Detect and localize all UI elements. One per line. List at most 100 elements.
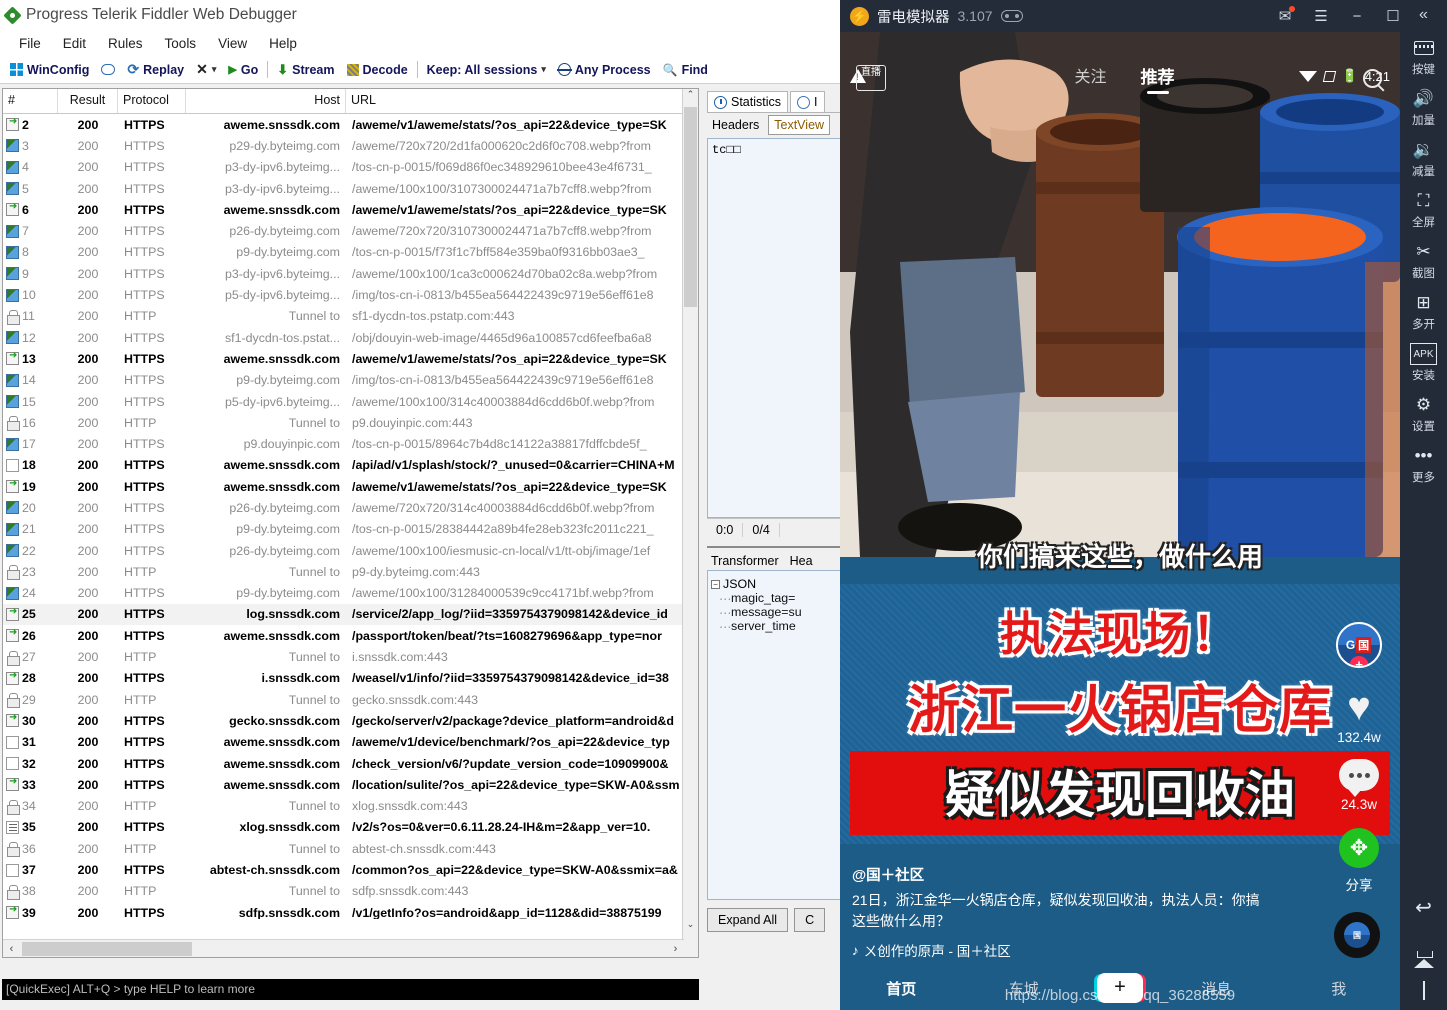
scroll-down-icon[interactable]: ⌄ [683,919,698,935]
tab-recommend[interactable]: 推荐 [1141,63,1175,94]
session-rows[interactable]: 2 200 HTTPS aweme.snssdk.com/aweme/v1/aweme… [3,114,698,919]
rail-item-multi[interactable]: ⊞ 多开 [1400,285,1447,336]
tab-statistics[interactable]: Statistics [707,91,789,112]
scroll-right-icon[interactable]: › [667,943,684,955]
keep-sessions-dropdown[interactable]: Keep: All sessions ▾ [421,63,552,77]
table-row[interactable]: 3 200 HTTPS p29-dy.byteimg.com/aweme/720x72… [3,135,698,156]
rail-item-volume-down[interactable]: 🔉 减量 [1400,132,1447,183]
home-icon[interactable] [1413,942,1434,968]
recents-icon[interactable] [1422,981,1425,1000]
table-row[interactable]: 38 200 HTTP Tunnel to sdfp.snssdk.com:443 [3,881,698,902]
hscroll-thumb[interactable] [22,941,192,956]
table-row[interactable]: 22 200 HTTPS p26-dy.byteimg.com/aweme/100x1… [3,540,698,561]
json-node-server-time[interactable]: server_time [711,619,839,633]
table-row[interactable]: 29 200 HTTP Tunnel to gecko.snssdk.com:443 [3,689,698,710]
table-row[interactable]: 7 200 HTTPS p26-dy.byteimg.com/aweme/720x72… [3,220,698,241]
replay-button[interactable]: ⟳ Replay [121,61,190,78]
rail-item-volume-up[interactable]: 🔊 加量 [1400,81,1447,132]
table-row[interactable]: 2 200 HTTPS aweme.snssdk.com/aweme/v1/aweme… [3,114,698,135]
tab-follow[interactable]: 关注 [1074,63,1106,93]
response-json-tree[interactable]: − JSON magic_tag= message=su server_time [707,570,843,900]
avatar[interactable]: G国 + [1336,622,1382,668]
inspector-tabs[interactable]: Statistics I [707,88,843,112]
collapse-toggle-icon[interactable]: − [711,579,720,589]
table-row[interactable]: 25 200 HTTPS log.snssdk.com/service/2/app_l… [3,603,698,626]
rail-item-install[interactable]: APK 安装 [1400,336,1447,387]
column-header-num[interactable]: # [3,89,58,113]
table-row[interactable]: 24 200 HTTPS p9-dy.byteimg.com/aweme/100x10… [3,583,698,604]
table-row[interactable]: 8 200 HTTPS p9-dy.byteimg.com/tos-cn-p-0015… [3,242,698,263]
decode-button[interactable]: Decode [341,63,414,77]
gamepad-icon[interactable] [1000,10,1023,22]
table-row[interactable]: 31 200 HTTPS aweme.snssdk.com/aweme/v1/devi… [3,732,698,753]
subtab-transformer[interactable]: Transformer [707,552,783,570]
follow-button[interactable]: + [1349,656,1369,666]
like-icon[interactable]: ♥ [1347,687,1371,727]
menu-item-rules[interactable]: Rules [97,33,154,54]
vscroll-thumb[interactable] [684,107,697,307]
table-row[interactable]: 33 200 HTTPS aweme.snssdk.com/location/suli… [3,774,698,795]
session-vscrollbar[interactable]: ⌃ ⌄ [682,89,698,957]
column-header-protocol[interactable]: Protocol [118,89,186,113]
rail-item-screenshot[interactable]: ✂ 截图 [1400,234,1447,285]
session-list[interactable]: # Result Protocol Host URL 2 200 HTTPS awem… [2,88,699,958]
table-row[interactable]: 5 200 HTTPS p3-dy-ipv6.byteimg... /aweme/100… [3,178,698,199]
nav-create[interactable]: + [1085,973,1155,1003]
session-hscrollbar[interactable]: ‹ › [3,939,684,957]
table-row[interactable]: 14 200 HTTPS p9-dy.byteimg.com/img/tos-cn-i… [3,370,698,391]
feed-tabs[interactable]: 关注 推荐 [1074,63,1174,94]
emulator-toolbar[interactable]: « 按键 🔊 加量 🔉 减量 ⛶ 全屏 ✂ 截图 ⊞ 多开 APK 安装 ⚙ 设… [1400,0,1447,1010]
json-root-node[interactable]: − JSON [711,577,839,591]
menu-item-file[interactable]: File [8,33,52,54]
table-row[interactable]: 15 200 HTTPS p5-dy-ipv6.byteimg... /aweme/10… [3,391,698,412]
caption-username[interactable]: @国＋社区 [852,864,1272,885]
table-row[interactable]: 9 200 HTTPS p3-dy-ipv6.byteimg... /aweme/100… [3,263,698,284]
nav-profile[interactable]: 我 [1278,978,1401,999]
table-row[interactable]: 12 200 HTTPS sf1-dycdn-tos.pstat... /obj/dou… [3,327,698,348]
rail-item-more[interactable]: ••• 更多 [1400,438,1447,489]
table-row[interactable]: 32 200 HTTPS aweme.snssdk.com/check_version… [3,753,698,774]
douyin-bottom-nav[interactable]: 首页 东城 + 消息 我 [840,966,1400,1010]
search-icon[interactable] [1362,68,1382,88]
request-textview[interactable]: tc□□ [707,138,843,518]
table-row[interactable]: 6 200 HTTPS aweme.snssdk.com/aweme/v1/aweme… [3,199,698,220]
minimize-button[interactable]: − [1339,0,1375,32]
table-row[interactable]: 27 200 HTTP Tunnel to i.snssdk.com:443 [3,646,698,667]
table-row[interactable]: 35 200 HTTPS xlog.snssdk.com/v2/s?os=0&ver=… [3,817,698,838]
table-row[interactable]: 39 200 HTTPS sdfp.snssdk.com/v1/getInfo?os=… [3,902,698,919]
nav-home[interactable]: 首页 [840,978,963,999]
comment-icon[interactable] [1339,759,1379,797]
table-row[interactable]: 4 200 HTTPS p3-dy-ipv6.byteimg... /tos-cn-p-… [3,157,698,178]
scroll-left-icon[interactable]: ‹ [3,943,20,955]
back-icon[interactable]: ↩ [1415,895,1432,920]
table-row[interactable]: 37 200 HTTPS abtest-ch.snssdk.com/common?os… [3,859,698,880]
music-disc[interactable]: 国 [1334,912,1380,958]
fiddler-toolbar[interactable]: WinConfig ⟳ Replay ✕ ▾ ▶ Go ⬇ Stream Dec… [0,56,845,84]
rail-item-settings[interactable]: ⚙ 设置 [1400,387,1447,438]
go-button[interactable]: ▶ Go [222,63,264,77]
table-row[interactable]: 16 200 HTTP Tunnel to p9.douyinpic.com:443 [3,412,698,433]
table-row[interactable]: 34 200 HTTP Tunnel to xlog.snssdk.com:443 [3,796,698,817]
table-row[interactable]: 30 200 HTTPS gecko.snssdk.com/gecko/server/… [3,710,698,731]
table-row[interactable]: 23 200 HTTP Tunnel to p9-dy.byteimg.com:443 [3,561,698,582]
mail-button[interactable]: ✉ [1267,0,1303,32]
hscroll-track[interactable] [20,941,667,956]
menu-item-help[interactable]: Help [258,33,308,54]
comment-button[interactable] [95,64,121,75]
caption-music[interactable]: ♪ ㄨ创作的原声 - 国＋社区 [852,940,1272,960]
menu-button[interactable]: ☰ [1303,0,1339,32]
android-screen[interactable]: 🔋 4:21 直播 关注 推荐 你们搞来这些，做什么用 执法现场！ 浙江一火锅店… [840,32,1400,1010]
rail-item-fullscreen[interactable]: ⛶ 全屏 [1400,183,1447,234]
column-header-url[interactable]: URL [346,89,698,113]
request-subtabs[interactable]: Headers TextView [707,112,843,135]
scroll-up-icon[interactable]: ⌃ [683,89,698,105]
subtab-headers[interactable]: Headers [707,116,764,134]
table-row[interactable]: 28 200 HTTPS i.snssdk.com/weasel/v1/info/?i… [3,668,698,689]
table-row[interactable]: 17 200 HTTPS p9.douyinpic.com/tos-cn-p-0015… [3,433,698,454]
table-row[interactable]: 26 200 HTTPS aweme.snssdk.com/passport/toke… [3,625,698,646]
menu-item-view[interactable]: View [207,33,258,54]
table-row[interactable]: 21 200 HTTPS p9-dy.byteimg.com/tos-cn-p-001… [3,519,698,540]
collapse-toolbar-button[interactable]: « [1400,0,1447,30]
live-button[interactable]: 直播 [856,65,886,91]
response-subtabs[interactable]: Transformer Hea [707,546,843,570]
